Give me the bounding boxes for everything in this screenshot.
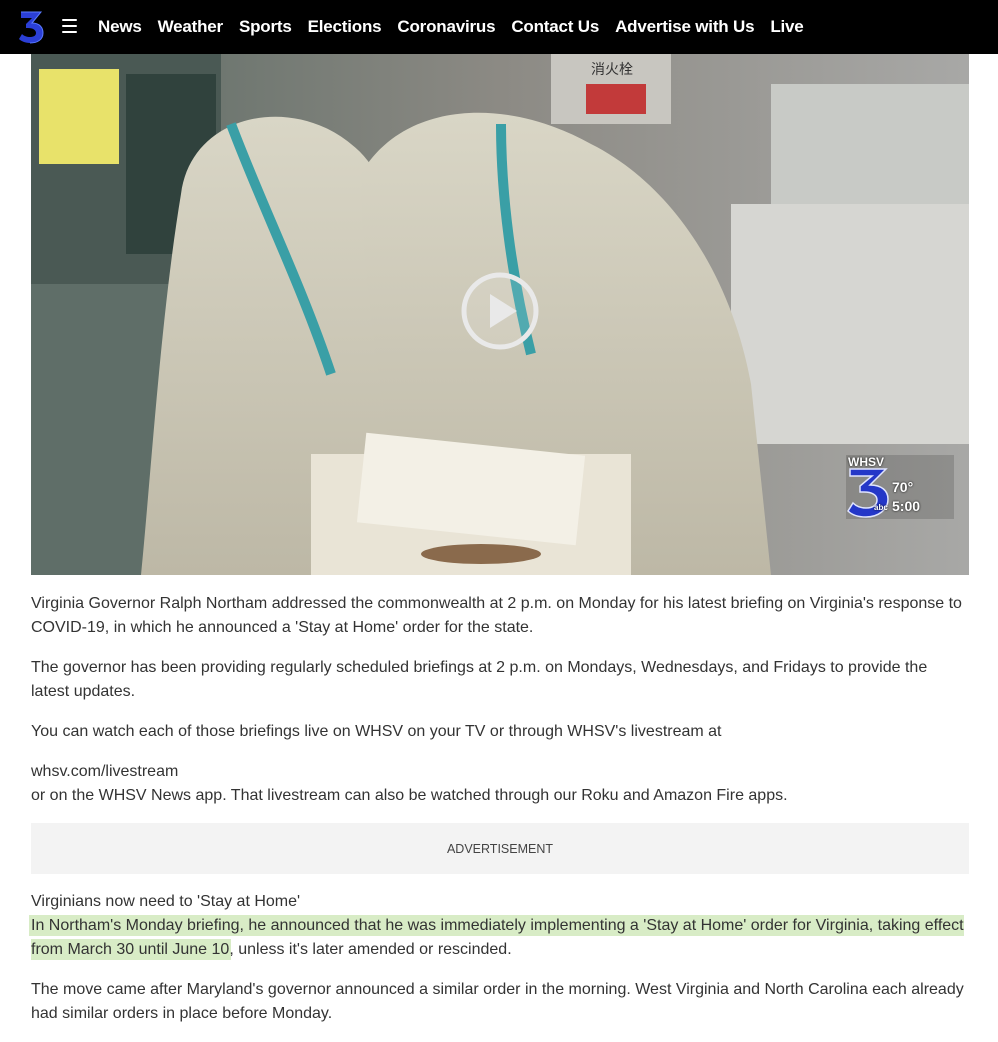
- hamburger-menu-icon[interactable]: [62, 19, 77, 33]
- station-bug-call-letters: WHSV: [848, 455, 884, 469]
- paragraph-text: Virginia Governor Ralph Northam addresse…: [31, 595, 962, 636]
- nav-contact-us[interactable]: Contact Us: [511, 17, 599, 37]
- livestream-link[interactable]: whsv.com/livestream: [31, 760, 178, 784]
- advertisement-label: ADVERTISEMENT: [446, 841, 554, 856]
- paragraph-text: or on the WHSV News app. That livestream…: [31, 787, 788, 804]
- station-bug: WHSV abc 70° 5:00: [846, 455, 954, 519]
- nav-news[interactable]: News: [98, 17, 142, 37]
- station-bug-temperature: 70°: [892, 479, 914, 495]
- article-paragraph: In Northam's Monday briefing, he announc…: [31, 914, 967, 962]
- paragraph-rest-text: , unless it's later amended or rescinded…: [229, 941, 512, 958]
- station-logo-icon[interactable]: [18, 10, 44, 44]
- nav-weather[interactable]: Weather: [158, 17, 224, 37]
- top-nav-bar: News Weather Sports Elections Coronaviru…: [0, 0, 998, 54]
- paragraph-text: The governor has been providing regularl…: [31, 659, 928, 700]
- article-paragraph: The move came after Maryland's governor …: [31, 978, 967, 1026]
- wall-sign-text: 消火栓: [591, 62, 633, 78]
- article-paragraph: You can watch each of those briefings li…: [31, 720, 967, 744]
- nav-elections[interactable]: Elections: [308, 17, 382, 37]
- advertisement-slot[interactable]: ADVERTISEMENT: [31, 823, 969, 874]
- station-bug-network: abc: [874, 503, 888, 512]
- nav-live[interactable]: Live: [770, 17, 803, 37]
- nav-coronavirus[interactable]: Coronavirus: [397, 17, 495, 37]
- paragraph-text: You can watch each of those briefings li…: [31, 723, 722, 740]
- paragraph-text: The move came after Maryland's governor …: [31, 981, 964, 1022]
- video-player[interactable]: 消火栓 WHSV abc 70° 5:00: [31, 54, 969, 575]
- station-bug-time: 5:00: [892, 498, 921, 514]
- article-paragraph: Virginia Governor Ralph Northam addresse…: [31, 592, 967, 640]
- subhead-text: Virginians now need to 'Stay at Home': [31, 893, 301, 910]
- nav-advertise[interactable]: Advertise with Us: [615, 17, 754, 37]
- main-nav: News Weather Sports Elections Coronaviru…: [98, 0, 820, 54]
- play-icon[interactable]: [459, 270, 541, 352]
- article-paragraph: or on the WHSV News app. That livestream…: [31, 784, 967, 808]
- article-subhead: Virginians now need to 'Stay at Home': [31, 890, 967, 914]
- nav-sports[interactable]: Sports: [239, 17, 292, 37]
- paragraph-text: In Northam's Monday briefing, he announc…: [31, 914, 967, 962]
- article-paragraph: The governor has been providing regularl…: [31, 656, 967, 704]
